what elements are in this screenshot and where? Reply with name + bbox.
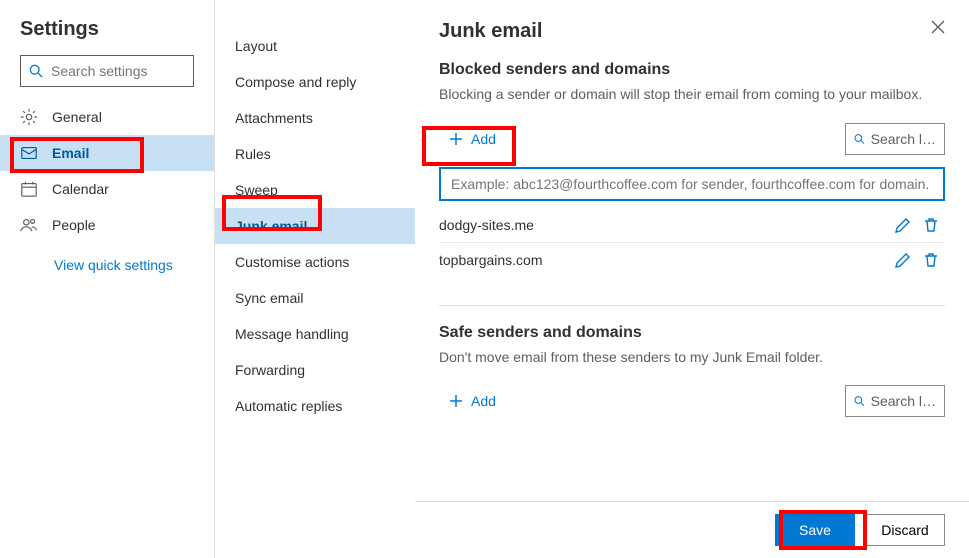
plus-icon — [449, 394, 463, 408]
delete-button[interactable] — [917, 217, 945, 233]
subnav-customise-actions[interactable]: Customise actions — [215, 244, 415, 280]
safe-heading: Safe senders and domains — [439, 324, 945, 342]
subnav-automatic-replies[interactable]: Automatic replies — [215, 388, 415, 424]
subnav-sweep[interactable]: Sweep — [215, 172, 415, 208]
footer: Save Discard — [415, 501, 969, 558]
subnav-layout[interactable]: Layout — [215, 28, 415, 64]
settings-search[interactable] — [20, 55, 194, 87]
subnav-compose[interactable]: Compose and reply — [215, 64, 415, 100]
subnav-attachments[interactable]: Attachments — [215, 100, 415, 136]
nav-item-people[interactable]: People — [0, 207, 214, 243]
subnav-rules[interactable]: Rules — [215, 136, 415, 172]
blocked-entry-name: dodgy-sites.me — [439, 217, 889, 233]
safe-add-button[interactable]: Add — [439, 387, 506, 415]
safe-description: Don't move email from these senders to m… — [439, 348, 945, 368]
mail-icon — [20, 144, 38, 162]
safe-search[interactable]: Search l… — [845, 385, 945, 417]
pencil-icon — [895, 217, 911, 233]
nav-item-email[interactable]: Email — [0, 135, 214, 171]
search-icon — [854, 394, 865, 408]
subnav-junk-email[interactable]: Junk email — [215, 208, 415, 244]
blocked-entry-row: dodgy-sites.me — [439, 209, 945, 243]
blocked-entry-name: topbargains.com — [439, 252, 889, 268]
pencil-icon — [895, 252, 911, 268]
blocked-entry-row: topbargains.com — [439, 243, 945, 277]
section-divider — [439, 305, 945, 306]
settings-subnav: Layout Compose and reply Attachments Rul… — [215, 0, 415, 558]
settings-search-input[interactable] — [51, 63, 185, 79]
view-quick-settings-link[interactable]: View quick settings — [0, 243, 214, 273]
nav-label: General — [52, 109, 102, 125]
calendar-icon — [20, 180, 38, 198]
search-icon — [29, 64, 43, 78]
close-icon — [931, 20, 945, 34]
subnav-message-handling[interactable]: Message handling — [215, 316, 415, 352]
settings-title: Settings — [0, 18, 214, 55]
people-icon — [20, 216, 38, 234]
subnav-sync-email[interactable]: Sync email — [215, 280, 415, 316]
plus-icon — [449, 132, 463, 146]
add-label: Add — [471, 131, 496, 147]
settings-sidebar: Settings General Email Calendar People V… — [0, 0, 215, 558]
main-panel: Junk email Blocked senders and domains B… — [415, 0, 969, 558]
subnav-forwarding[interactable]: Forwarding — [215, 352, 415, 388]
blocked-search[interactable]: Search l… — [845, 123, 945, 155]
save-button[interactable]: Save — [775, 514, 855, 546]
trash-icon — [923, 252, 939, 268]
add-label: Add — [471, 393, 496, 409]
search-label: Search l… — [871, 131, 936, 147]
nav-label: People — [52, 217, 96, 233]
nav-label: Calendar — [52, 181, 109, 197]
nav-item-calendar[interactable]: Calendar — [0, 171, 214, 207]
search-icon — [854, 132, 865, 146]
blocked-add-button[interactable]: Add — [439, 125, 506, 153]
nav-item-general[interactable]: General — [0, 99, 214, 135]
blocked-add-input-row[interactable] — [439, 167, 945, 201]
page-title: Junk email — [439, 20, 542, 43]
search-label: Search l… — [871, 393, 936, 409]
close-button[interactable] — [931, 20, 945, 38]
trash-icon — [923, 217, 939, 233]
edit-button[interactable] — [889, 252, 917, 268]
edit-button[interactable] — [889, 217, 917, 233]
delete-button[interactable] — [917, 252, 945, 268]
gear-icon — [20, 108, 38, 126]
blocked-description: Blocking a sender or domain will stop th… — [439, 85, 945, 105]
discard-button[interactable]: Discard — [865, 514, 945, 546]
nav-label: Email — [52, 145, 89, 161]
blocked-add-input[interactable] — [451, 176, 933, 192]
blocked-heading: Blocked senders and domains — [439, 61, 945, 79]
